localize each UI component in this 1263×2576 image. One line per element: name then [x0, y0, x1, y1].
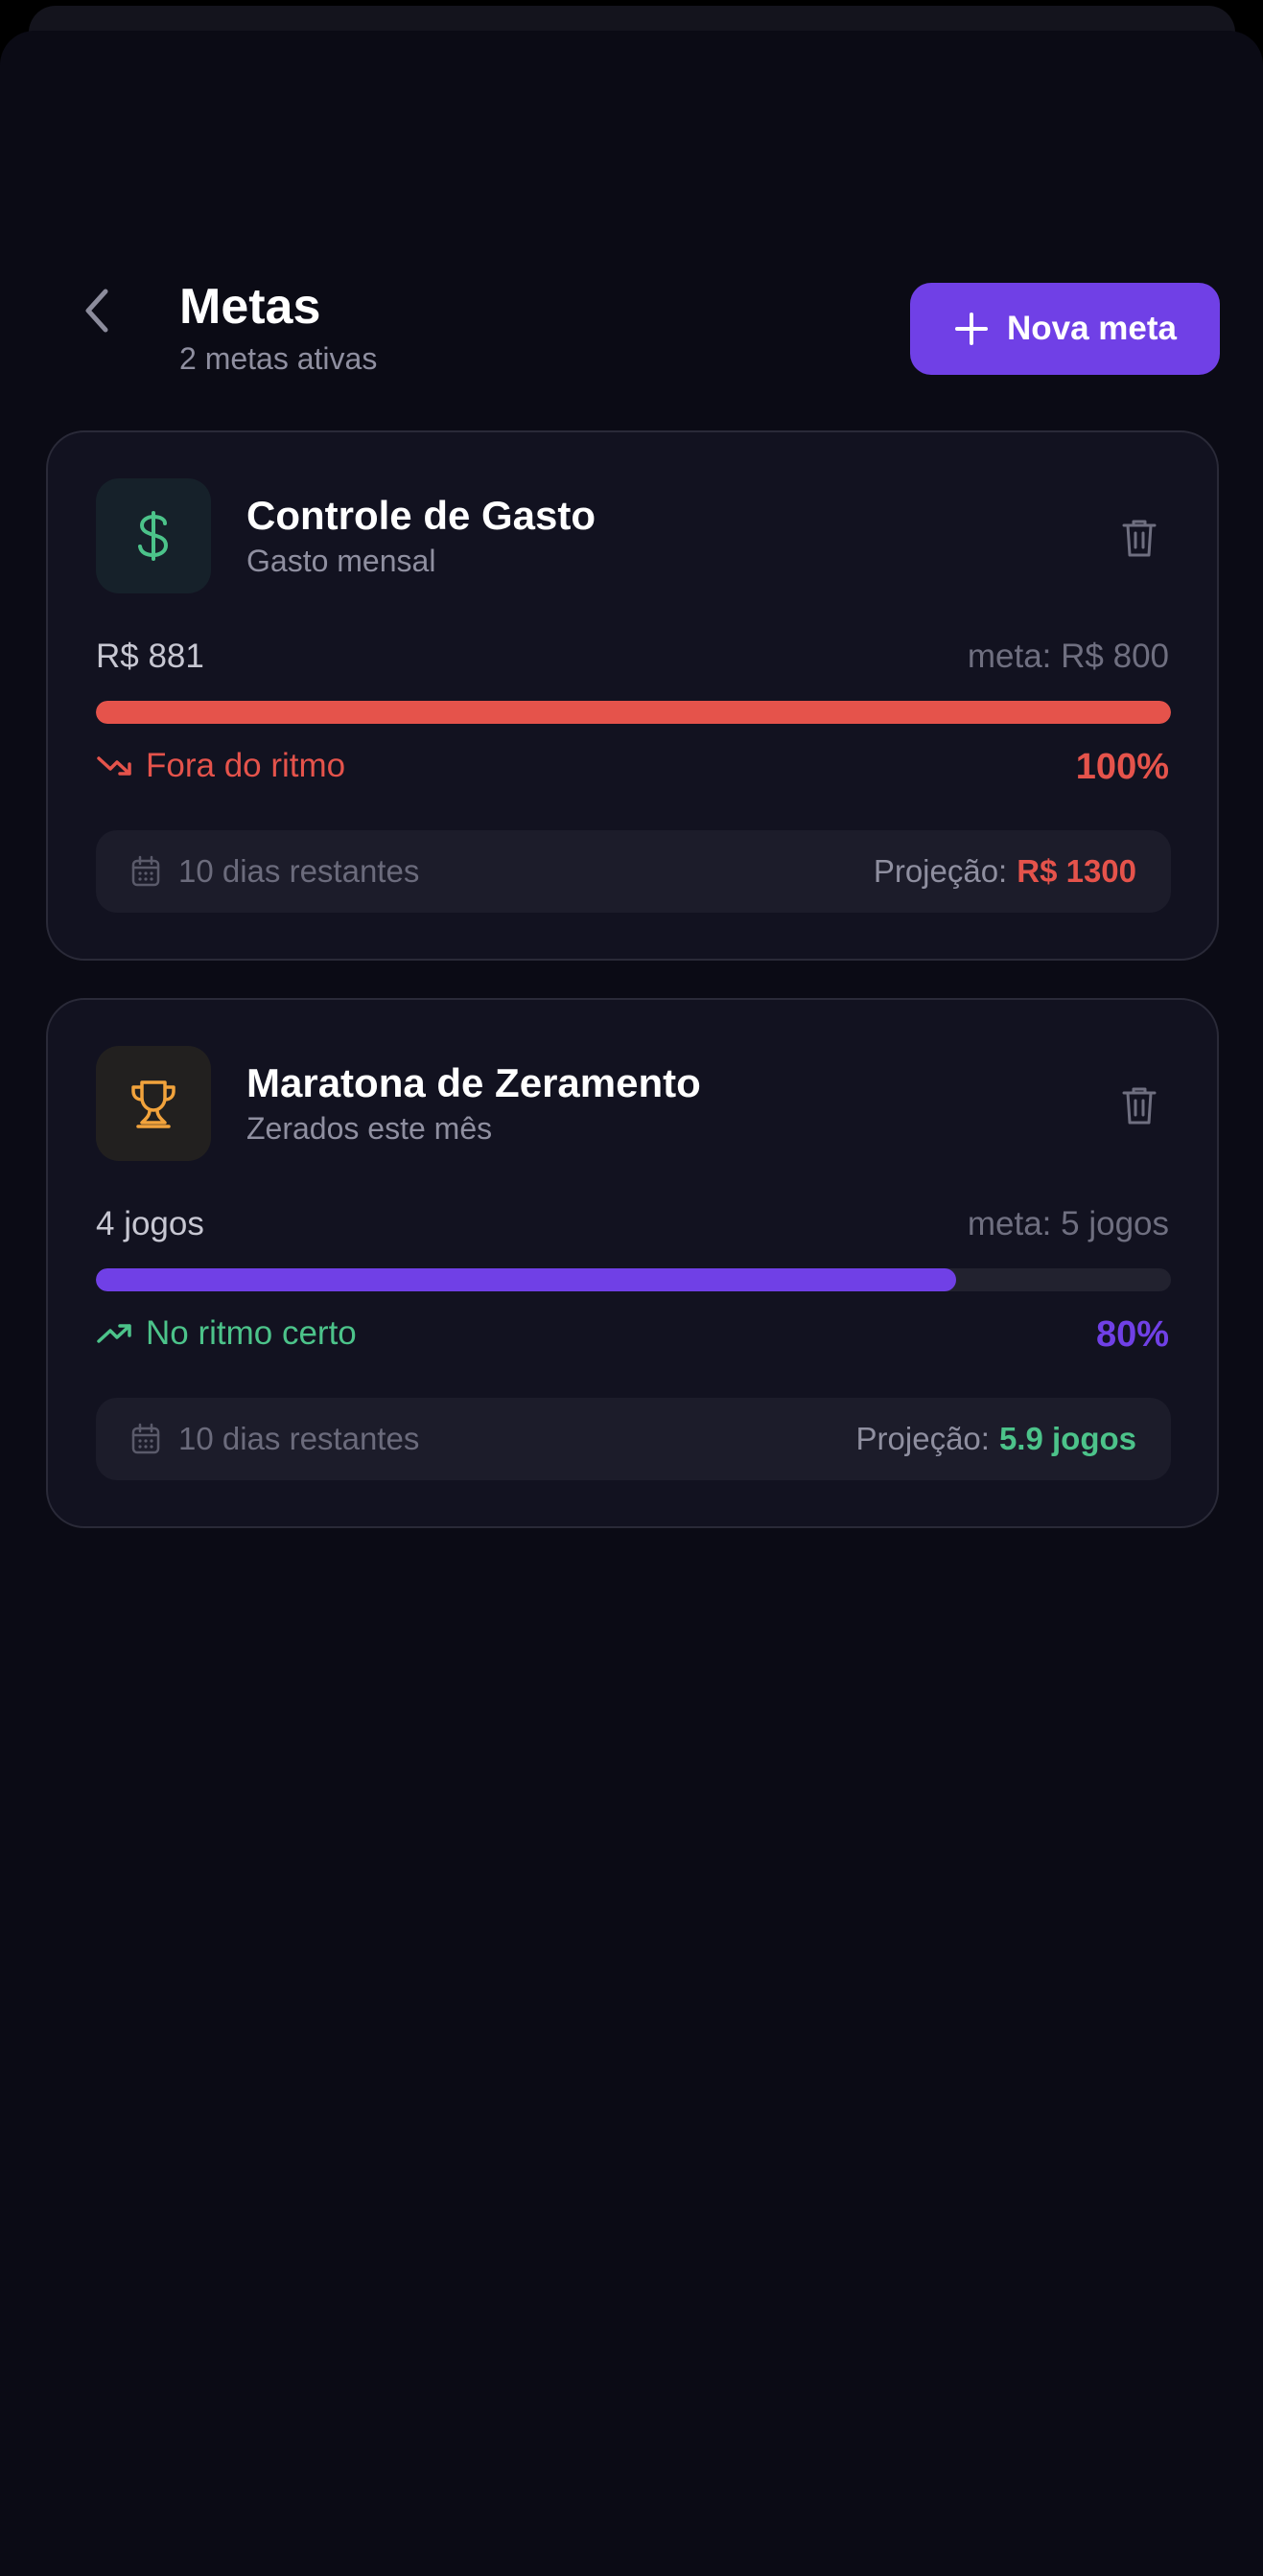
new-goal-label: Nova meta: [1006, 310, 1178, 347]
pace-status-label: Fora do ritmo: [146, 747, 346, 784]
trending-up-icon: [97, 1323, 131, 1343]
pace-status: No ritmo certo: [96, 1316, 357, 1350]
back-button[interactable]: [67, 280, 129, 341]
days-remaining-label: 10 dias restantes: [178, 853, 420, 889]
trash-icon: [1122, 1087, 1157, 1125]
target-value: meta: 5 jogos: [967, 1205, 1169, 1242]
progress-fill: [96, 1268, 956, 1291]
chevron-left-icon: [85, 289, 108, 333]
trash-icon: [1122, 520, 1157, 557]
trending-down-icon: [97, 755, 131, 776]
projection: Projeção: R$ 1300: [874, 830, 1136, 913]
plus-icon: [954, 313, 988, 345]
days-remaining-label: 10 dias restantes: [178, 1421, 420, 1456]
pace-status: Fora do ritmo: [96, 749, 345, 782]
pace-status-label: No ritmo certo: [146, 1314, 357, 1352]
progress-track: [96, 1268, 1171, 1291]
goal-subtitle: Gasto mensal: [246, 544, 436, 578]
days-remaining: 10 dias restantes: [130, 830, 419, 913]
goal-card-games: Maratona de Zeramento Zerados este mês 4…: [46, 998, 1219, 1528]
projection-value: R$ 1300: [1017, 853, 1136, 889]
goal-footer: 10 dias restantes Projeção: 5.9 jogos: [96, 1398, 1171, 1480]
projection-value: 5.9 jogos: [998, 1421, 1136, 1456]
goal-icon-badge: [96, 1046, 211, 1161]
delete-goal-button[interactable]: [1112, 511, 1166, 565]
page-title: Metas: [179, 279, 321, 335]
calendar-icon: [131, 855, 160, 887]
target-value: meta: R$ 800: [967, 638, 1169, 675]
current-value: R$ 881: [96, 638, 204, 675]
progress-percent: 80%: [1095, 1314, 1169, 1355]
goal-title: Maratona de Zeramento: [246, 1060, 701, 1105]
goal-icon-badge: [96, 478, 211, 593]
delete-goal-button[interactable]: [1112, 1079, 1166, 1132]
current-value: 4 jogos: [96, 1205, 204, 1242]
calendar-icon: [131, 1423, 160, 1454]
page-subtitle: 2 metas ativas: [179, 341, 378, 376]
goal-subtitle: Zerados este mês: [246, 1111, 493, 1146]
days-remaining: 10 dias restantes: [130, 1398, 419, 1480]
projection-label: Projeção:: [873, 853, 1008, 889]
projection: Projeção: 5.9 jogos: [856, 1398, 1136, 1480]
projection-label: Projeção:: [855, 1421, 990, 1456]
progress-track: [96, 701, 1171, 724]
goal-title: Controle de Gasto: [246, 493, 596, 538]
progress-fill: [96, 701, 1171, 724]
dollar-icon: [138, 511, 169, 561]
page-header: Metas 2 metas ativas Nova meta: [0, 251, 1263, 395]
goal-card-spending: Controle de Gasto Gasto mensal R$ 881 me…: [46, 430, 1219, 961]
new-goal-button[interactable]: Nova meta: [910, 283, 1220, 375]
trophy-icon: [131, 1080, 175, 1128]
goals-screen: Metas 2 metas ativas Nova meta Controle …: [0, 31, 1263, 2576]
goal-footer: 10 dias restantes Projeção: R$ 1300: [96, 830, 1171, 913]
progress-percent: 100%: [1075, 747, 1169, 787]
